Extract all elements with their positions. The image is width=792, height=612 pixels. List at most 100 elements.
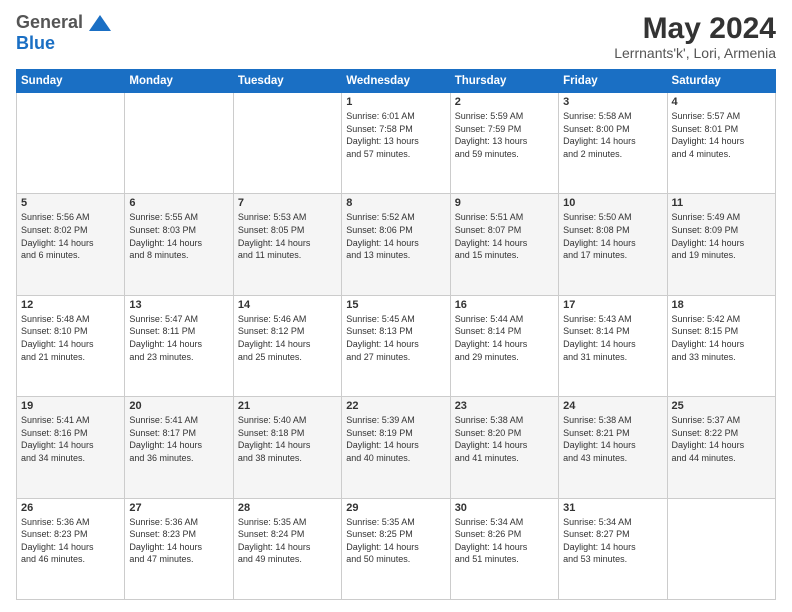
calendar-header-cell: Wednesday: [342, 70, 450, 93]
day-info: Sunrise: 5:59 AMSunset: 7:59 PMDaylight:…: [455, 110, 554, 160]
calendar-day-cell: 24Sunrise: 5:38 AMSunset: 8:21 PMDayligh…: [559, 397, 667, 498]
calendar-day-cell: [17, 93, 125, 194]
calendar-header-cell: Sunday: [17, 70, 125, 93]
logo-icon: [89, 13, 111, 33]
day-info: Sunrise: 5:51 AMSunset: 8:07 PMDaylight:…: [455, 211, 554, 261]
page: General Blue May 2024 Lerrnants'k', Lori…: [0, 0, 792, 612]
day-number: 29: [346, 502, 445, 514]
calendar-day-cell: 25Sunrise: 5:37 AMSunset: 8:22 PMDayligh…: [667, 397, 775, 498]
header: General Blue May 2024 Lerrnants'k', Lori…: [16, 12, 776, 61]
calendar-day-cell: 11 Sunrise: 5:49 AMSunset: 8:09 PMDayligh…: [667, 194, 775, 295]
calendar-day-cell: 21Sunrise: 5:40 AMSunset: 8:18 PMDayligh…: [233, 397, 341, 498]
day-info: Sunrise: 5:35 AMSunset: 8:25 PMDaylight:…: [346, 516, 445, 566]
day-info: Sunrise: 5:38 AMSunset: 8:20 PMDaylight:…: [455, 414, 554, 464]
day-info: Sunrise: 5:35 AMSunset: 8:24 PMDaylight:…: [238, 516, 337, 566]
calendar-week-row: 1 Sunrise: 6:01 AMSunset: 7:58 PMDaylight…: [17, 93, 776, 194]
calendar-day-cell: 1 Sunrise: 6:01 AMSunset: 7:58 PMDaylight…: [342, 93, 450, 194]
day-number: 12: [21, 299, 120, 311]
day-info: Sunrise: 5:41 AMSunset: 8:17 PMDaylight:…: [129, 414, 228, 464]
day-number: 17: [563, 299, 662, 311]
calendar-day-cell: 4Sunrise: 5:57 AMSunset: 8:01 PMDaylight…: [667, 93, 775, 194]
calendar-header-cell: Friday: [559, 70, 667, 93]
calendar-day-cell: 6 Sunrise: 5:55 AMSunset: 8:03 PMDaylight…: [125, 194, 233, 295]
day-info: Sunrise: 5:41 AMSunset: 8:16 PMDaylight:…: [21, 414, 120, 464]
calendar-day-cell: [667, 498, 775, 599]
calendar-day-cell: 22 Sunrise: 5:39 AMSunset: 8:19 PMDayligh…: [342, 397, 450, 498]
calendar-day-cell: [125, 93, 233, 194]
calendar-header-cell: Tuesday: [233, 70, 341, 93]
calendar-week-row: 19 Sunrise: 5:41 AMSunset: 8:16 PMDayligh…: [17, 397, 776, 498]
day-info: Sunrise: 5:49 AMSunset: 8:09 PMDaylight:…: [672, 211, 771, 261]
day-info: Sunrise: 6:01 AMSunset: 7:58 PMDaylight:…: [346, 110, 445, 160]
day-info: Sunrise: 5:50 AMSunset: 8:08 PMDaylight:…: [563, 211, 662, 261]
day-info: Sunrise: 5:47 AMSunset: 8:11 PMDaylight:…: [129, 313, 228, 363]
day-number: 2: [455, 96, 554, 108]
day-info: Sunrise: 5:44 AMSunset: 8:14 PMDaylight:…: [455, 313, 554, 363]
calendar-day-cell: 19 Sunrise: 5:41 AMSunset: 8:16 PMDayligh…: [17, 397, 125, 498]
day-number: 23: [455, 400, 554, 412]
calendar-day-cell: 30 Sunrise: 5:34 AMSunset: 8:26 PMDayligh…: [450, 498, 558, 599]
day-number: 4: [672, 96, 771, 108]
calendar-day-cell: [233, 93, 341, 194]
title-section: May 2024 Lerrnants'k', Lori, Armenia: [614, 12, 776, 61]
calendar-day-cell: 12 Sunrise: 5:48 AMSunset: 8:10 PMDayligh…: [17, 295, 125, 396]
logo-blue: Blue: [16, 33, 112, 54]
calendar-day-cell: 8 Sunrise: 5:52 AMSunset: 8:06 PMDaylight…: [342, 194, 450, 295]
day-number: 9: [455, 197, 554, 209]
calendar-day-cell: 2 Sunrise: 5:59 AMSunset: 7:59 PMDaylight…: [450, 93, 558, 194]
calendar-day-cell: 5 Sunrise: 5:56 AMSunset: 8:02 PMDaylight…: [17, 194, 125, 295]
day-info: Sunrise: 5:58 AMSunset: 8:00 PMDaylight:…: [563, 110, 662, 160]
calendar-day-cell: 7Sunrise: 5:53 AMSunset: 8:05 PMDaylight…: [233, 194, 341, 295]
logo-general: General: [16, 12, 83, 32]
calendar-day-cell: 26Sunrise: 5:36 AMSunset: 8:23 PMDayligh…: [17, 498, 125, 599]
calendar-day-cell: 13Sunrise: 5:47 AMSunset: 8:11 PMDayligh…: [125, 295, 233, 396]
day-number: 19: [21, 400, 120, 412]
day-info: Sunrise: 5:39 AMSunset: 8:19 PMDaylight:…: [346, 414, 445, 464]
day-number: 14: [238, 299, 337, 311]
day-number: 31: [563, 502, 662, 514]
day-info: Sunrise: 5:34 AMSunset: 8:27 PMDaylight:…: [563, 516, 662, 566]
calendar-day-cell: 10 Sunrise: 5:50 AMSunset: 8:08 PMDayligh…: [559, 194, 667, 295]
logo-text: General: [16, 12, 112, 33]
day-info: Sunrise: 5:34 AMSunset: 8:26 PMDaylight:…: [455, 516, 554, 566]
day-number: 30: [455, 502, 554, 514]
day-info: Sunrise: 5:45 AMSunset: 8:13 PMDaylight:…: [346, 313, 445, 363]
day-number: 22: [346, 400, 445, 412]
day-number: 5: [21, 197, 120, 209]
calendar-day-cell: 31 Sunrise: 5:34 AMSunset: 8:27 PMDayligh…: [559, 498, 667, 599]
main-title: May 2024: [614, 12, 776, 45]
calendar-week-row: 26 Sunrise: 5:36 AMSunset: 8:23 PMDayligh…: [17, 498, 776, 599]
logo: General Blue: [16, 12, 112, 54]
calendar-day-cell: 3Sunrise: 5:58 AMSunset: 8:00 PMDaylight…: [559, 93, 667, 194]
day-number: 10: [563, 197, 662, 209]
day-number: 16: [455, 299, 554, 311]
calendar-day-cell: 18Sunrise: 5:42 AMSunset: 8:15 PMDayligh…: [667, 295, 775, 396]
day-number: 11: [672, 197, 771, 209]
day-info: Sunrise: 5:37 AMSunset: 8:22 PMDaylight:…: [672, 414, 771, 464]
day-number: 18: [672, 299, 771, 311]
day-number: 8: [346, 197, 445, 209]
day-number: 27: [129, 502, 228, 514]
day-info: Sunrise: 5:53 AMSunset: 8:05 PMDaylight:…: [238, 211, 337, 261]
day-number: 15: [346, 299, 445, 311]
calendar-header-cell: Thursday: [450, 70, 558, 93]
day-info: Sunrise: 5:52 AMSunset: 8:06 PMDaylight:…: [346, 211, 445, 261]
day-info: Sunrise: 5:48 AMSunset: 8:10 PMDaylight:…: [21, 313, 120, 363]
calendar-week-row: 5 Sunrise: 5:56 AMSunset: 8:02 PMDaylight…: [17, 194, 776, 295]
day-info: Sunrise: 5:36 AMSunset: 8:23 PMDaylight:…: [129, 516, 228, 566]
calendar-day-cell: 16 Sunrise: 5:44 AMSunset: 8:14 PMDayligh…: [450, 295, 558, 396]
subtitle: Lerrnants'k', Lori, Armenia: [614, 45, 776, 61]
calendar-table: SundayMondayTuesdayWednesdayThursdayFrid…: [16, 69, 776, 600]
day-info: Sunrise: 5:56 AMSunset: 8:02 PMDaylight:…: [21, 211, 120, 261]
day-number: 26: [21, 502, 120, 514]
calendar-day-cell: 28 Sunrise: 5:35 AMSunset: 8:24 PMDayligh…: [233, 498, 341, 599]
calendar-day-cell: 9 Sunrise: 5:51 AMSunset: 8:07 PMDaylight…: [450, 194, 558, 295]
calendar-day-cell: 27 Sunrise: 5:36 AMSunset: 8:23 PMDayligh…: [125, 498, 233, 599]
day-number: 6: [129, 197, 228, 209]
calendar-day-cell: 14Sunrise: 5:46 AMSunset: 8:12 PMDayligh…: [233, 295, 341, 396]
day-number: 28: [238, 502, 337, 514]
day-info: Sunrise: 5:55 AMSunset: 8:03 PMDaylight:…: [129, 211, 228, 261]
day-number: 1: [346, 96, 445, 108]
day-number: 24: [563, 400, 662, 412]
calendar-body: 1 Sunrise: 6:01 AMSunset: 7:58 PMDaylight…: [17, 93, 776, 600]
